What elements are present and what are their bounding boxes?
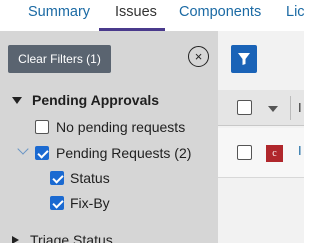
tab-licenses[interactable]: Lic <box>286 4 305 20</box>
filter-option-pending-requests[interactable]: Pending Requests (2) <box>35 143 191 163</box>
caret-right-icon <box>12 236 19 243</box>
close-icon[interactable]: × <box>188 46 209 67</box>
table-row[interactable]: c I <box>218 128 304 178</box>
tab-issues[interactable]: Issues <box>115 4 157 20</box>
checkbox-no-pending[interactable] <box>35 120 49 134</box>
option-label: Fix-By <box>70 195 110 211</box>
tab-summary[interactable]: Summary <box>28 4 90 20</box>
filter-sidebar: Clear Filters (1) × Pending Approvals No… <box>0 31 218 243</box>
sort-caret-icon[interactable] <box>268 106 278 112</box>
component-type-icon: c <box>266 145 283 162</box>
option-label: Pending Requests (2) <box>56 145 192 161</box>
row-link[interactable]: I <box>298 143 302 158</box>
filter-option-no-pending[interactable]: No pending requests <box>35 117 185 137</box>
option-label: Status <box>70 170 110 186</box>
funnel-icon <box>238 53 250 65</box>
caret-down-icon <box>12 96 22 104</box>
row-checkbox[interactable] <box>237 145 252 160</box>
column-header[interactable]: I <box>298 100 302 115</box>
checkbox-pending-requests[interactable] <box>35 146 49 160</box>
tab-bar: Summary Issues Components Lic <box>0 0 305 31</box>
grid-header: I <box>218 90 304 126</box>
results-panel: I c I <box>218 31 304 243</box>
section-pending-approvals[interactable]: Pending Approvals <box>12 90 159 110</box>
section-title: Triage Status <box>30 232 113 243</box>
column-divider <box>290 96 291 120</box>
filter-option-status[interactable]: Status <box>50 168 110 188</box>
tab-components[interactable]: Components <box>179 4 261 20</box>
section-title: Pending Approvals <box>32 92 160 108</box>
chevron-down-icon[interactable] <box>17 143 29 155</box>
checkbox-status[interactable] <box>50 171 64 185</box>
section-triage-status[interactable]: Triage Status <box>12 230 113 243</box>
option-label: No pending requests <box>56 119 186 135</box>
clear-filters-button[interactable]: Clear Filters (1) <box>8 45 111 73</box>
filter-button[interactable] <box>231 45 257 73</box>
filter-option-fix-by[interactable]: Fix-By <box>50 193 110 213</box>
select-all-checkbox[interactable] <box>237 100 252 115</box>
checkbox-fix-by[interactable] <box>50 196 64 210</box>
